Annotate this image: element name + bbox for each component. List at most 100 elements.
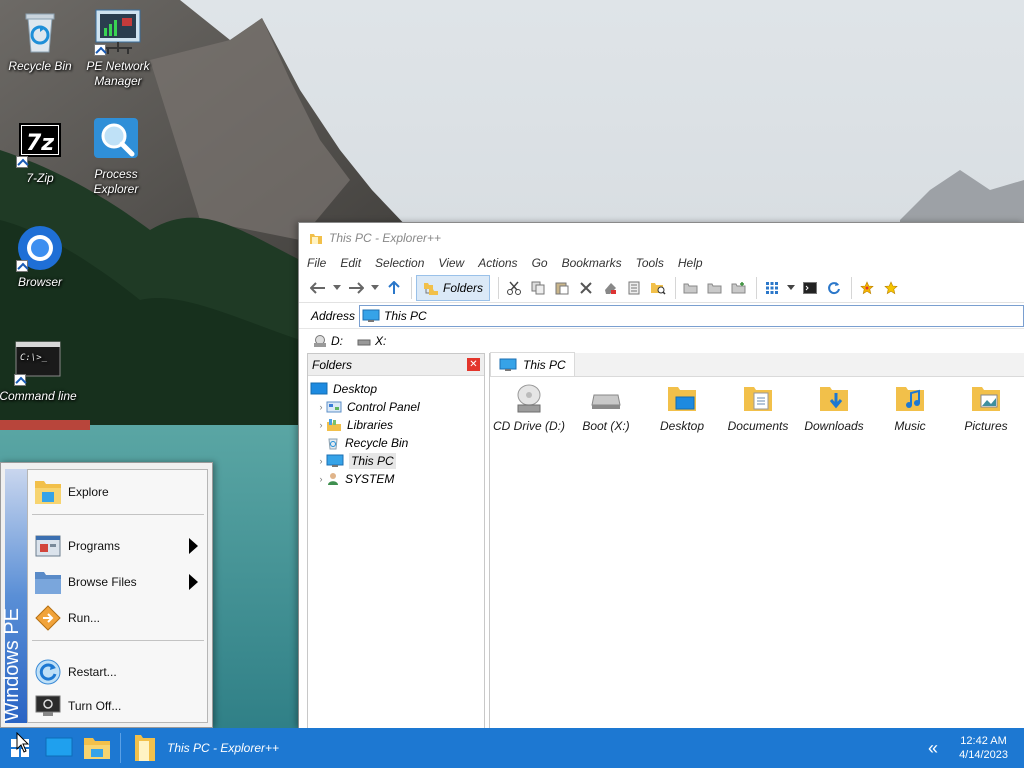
system-clock[interactable]: 12:42 AM 4/14/2023	[959, 734, 1008, 762]
eraser-icon	[605, 282, 617, 294]
taskbar-separator	[120, 733, 121, 763]
cd-drive-icon	[314, 335, 326, 347]
desktop-icon-label: Process Explorer	[93, 167, 139, 196]
panes: Folders ✕ Desktop › Control Panel › Libr…	[307, 352, 1024, 728]
file-item-music[interactable]: Music	[872, 381, 948, 433]
folders-pane-header: Folders ✕	[308, 354, 484, 376]
cut-button[interactable]	[503, 277, 525, 299]
tree-item-system[interactable]: › SYSTEM	[308, 470, 484, 488]
menu-bookmarks[interactable]: Bookmarks	[562, 256, 622, 270]
forward-button[interactable]	[345, 277, 367, 299]
desktop-folder-icon	[644, 381, 720, 417]
start-menu-item-restart[interactable]: Restart...	[30, 656, 206, 688]
address-input[interactable]: This PC	[359, 304, 1024, 327]
copy-to-button[interactable]	[704, 277, 726, 299]
open-command-prompt-button[interactable]	[799, 277, 821, 299]
views-dropdown-button[interactable]	[785, 277, 797, 299]
expand-icon[interactable]: ›	[316, 420, 326, 430]
start-menu-item-explore[interactable]: Explore	[30, 476, 206, 508]
file-item-pictures[interactable]: Pictures	[948, 381, 1024, 433]
tree-item-libraries[interactable]: › Libraries	[308, 416, 484, 434]
back-arrow-icon	[310, 281, 325, 294]
desktop-icon-command-line[interactable]: C:\>_ Command line	[0, 338, 78, 404]
expand-icon[interactable]: ›	[316, 402, 326, 412]
new-folder-button[interactable]	[728, 277, 750, 299]
grid-view-icon	[766, 281, 779, 294]
refresh-button[interactable]	[823, 277, 845, 299]
drive-x-button[interactable]: X:	[357, 334, 386, 348]
tree-item-desktop[interactable]: Desktop	[308, 380, 484, 398]
toolbar-separator	[756, 276, 758, 299]
tab-this-pc[interactable]: This PC	[490, 352, 575, 376]
window-titlebar[interactable]: This PC - Explorer++	[299, 223, 1024, 253]
menu-tools[interactable]: Tools	[636, 256, 664, 270]
drive-d-button[interactable]: D:	[313, 334, 343, 348]
forward-history-button[interactable]	[369, 277, 381, 299]
address-label: Address	[311, 308, 356, 323]
menu-file[interactable]: File	[307, 256, 326, 270]
expand-icon[interactable]: ›	[316, 474, 326, 484]
start-menu-item-browse-files[interactable]: Browse Files	[30, 566, 206, 598]
submenu-arrow-icon	[189, 538, 198, 554]
desktop-icon-process-explorer[interactable]: Process Explorer	[76, 116, 156, 197]
start-menu-item-turn-off[interactable]: Turn Off...	[30, 690, 206, 722]
process-explorer-icon	[92, 116, 140, 164]
tab-strip: This PC	[490, 352, 1024, 377]
expand-icon[interactable]: ›	[316, 456, 326, 466]
menu-view[interactable]: View	[438, 256, 464, 270]
command-line-icon: C:\>_	[14, 338, 62, 386]
desktop-icon-browser[interactable]: Browser	[0, 224, 80, 290]
file-item-documents[interactable]: Documents	[720, 381, 796, 433]
menu-actions[interactable]: Actions	[478, 256, 517, 270]
move-to-button[interactable]	[680, 277, 702, 299]
shutdown-monitor-icon	[35, 695, 61, 716]
show-hidden-icons-button[interactable]: «	[928, 738, 938, 759]
search-button[interactable]	[647, 277, 669, 299]
desktop-icon-pe-network-manager[interactable]: PE Network Manager	[78, 8, 158, 89]
tree-item-label: Control Panel	[347, 400, 420, 414]
properties-icon	[628, 281, 640, 294]
add-bookmark-button[interactable]	[856, 277, 878, 299]
tree-item-this-pc[interactable]: › This PC	[308, 452, 484, 470]
folders-pane-title: Folders	[312, 357, 353, 372]
start-menu-item-programs[interactable]: Programs	[30, 530, 206, 562]
delete-button[interactable]	[575, 277, 597, 299]
menu-go[interactable]: Go	[532, 256, 548, 270]
tree-item-label: SYSTEM	[345, 472, 395, 486]
start-menu-item-label: Explore	[68, 485, 109, 499]
file-item-desktop[interactable]: Desktop	[644, 381, 720, 433]
hard-drive-icon	[357, 339, 371, 346]
file-item-boot-drive[interactable]: Boot (X:)	[568, 381, 644, 433]
menu-help[interactable]: Help	[678, 256, 703, 270]
back-button[interactable]	[307, 277, 329, 299]
back-history-button[interactable]	[331, 277, 343, 299]
file-item-downloads[interactable]: Downloads	[796, 381, 872, 433]
copy-button[interactable]	[527, 277, 549, 299]
toolbar-separator	[498, 276, 500, 299]
taskbar-pinned-desktop[interactable]	[40, 728, 78, 768]
desktop-icon-7-zip[interactable]: 7z 7-Zip	[0, 120, 80, 186]
start-menu-item-run[interactable]: Run...	[30, 602, 206, 634]
file-item-label: CD Drive (D:)	[493, 419, 565, 433]
start-menu: Windows PE Explore Programs Browse Files…	[0, 462, 213, 728]
file-item-label: Desktop	[659, 419, 705, 433]
desktop-icon-recycle-bin[interactable]: Recycle Bin	[0, 8, 80, 74]
taskbar-task-explorer[interactable]: This PC - Explorer++	[125, 728, 287, 768]
menu-selection[interactable]: Selection	[375, 256, 424, 270]
tree-item-control-panel[interactable]: › Control Panel	[308, 398, 484, 416]
properties-button[interactable]	[623, 277, 645, 299]
explorer-folder-icon	[35, 481, 61, 504]
start-menu-separator	[32, 514, 204, 515]
delete-permanently-button[interactable]	[599, 277, 621, 299]
taskbar-pinned-explorer[interactable]	[78, 728, 116, 768]
menu-edit[interactable]: Edit	[340, 256, 361, 270]
views-button[interactable]	[761, 277, 783, 299]
explorer-window[interactable]: This PC - Explorer++ File Edit Selection…	[298, 222, 1024, 728]
paste-button[interactable]	[551, 277, 573, 299]
file-item-cd-drive[interactable]: CD Drive (D:)	[490, 381, 568, 433]
bookmarks-button[interactable]	[880, 277, 902, 299]
folders-toggle-button[interactable]: Folders	[416, 274, 491, 301]
close-folders-pane-button[interactable]: ✕	[467, 358, 480, 371]
up-button[interactable]	[383, 277, 405, 299]
tree-item-recycle-bin[interactable]: Recycle Bin	[308, 434, 484, 452]
